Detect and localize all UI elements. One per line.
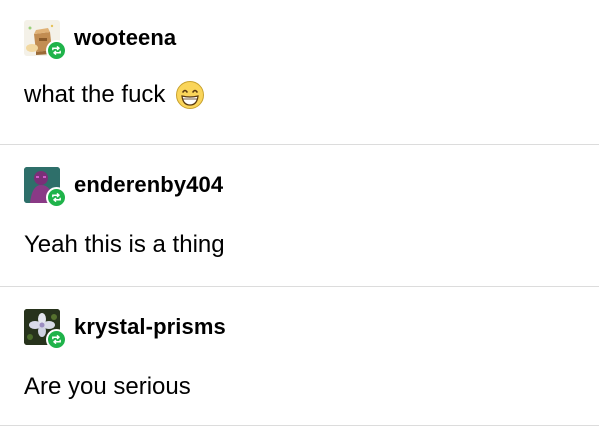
post-body: Yeah this is a thing: [24, 231, 225, 259]
post-text: what the fuck: [24, 81, 166, 108]
avatar[interactable]: [24, 20, 67, 61]
reblog-post: wooteena what the fuck: [0, 0, 599, 145]
username-link[interactable]: enderenby404: [74, 172, 223, 198]
reblog-icon: [46, 40, 67, 61]
reblog-icon: [46, 329, 67, 350]
grinning-face-with-smiling-eyes-emoji-icon: [176, 81, 205, 109]
post-text: Are you serious: [24, 373, 191, 400]
post-body: Are you serious: [24, 373, 191, 401]
username-link[interactable]: krystal-prisms: [74, 314, 226, 340]
username-link[interactable]: wooteena: [74, 25, 176, 51]
post-header: wooteena: [24, 20, 176, 61]
reblog-post: enderenby404 Yeah this is a thing: [0, 145, 599, 287]
post-header: krystal-prisms: [24, 309, 226, 350]
reblog-post: krystal-prisms Are you serious: [0, 287, 599, 426]
reblog-icon: [46, 187, 67, 208]
post-body: what the fuck: [24, 80, 205, 110]
avatar[interactable]: [24, 309, 67, 350]
post-header: enderenby404: [24, 167, 223, 208]
avatar[interactable]: [24, 167, 67, 208]
post-text: Yeah this is a thing: [24, 231, 225, 258]
